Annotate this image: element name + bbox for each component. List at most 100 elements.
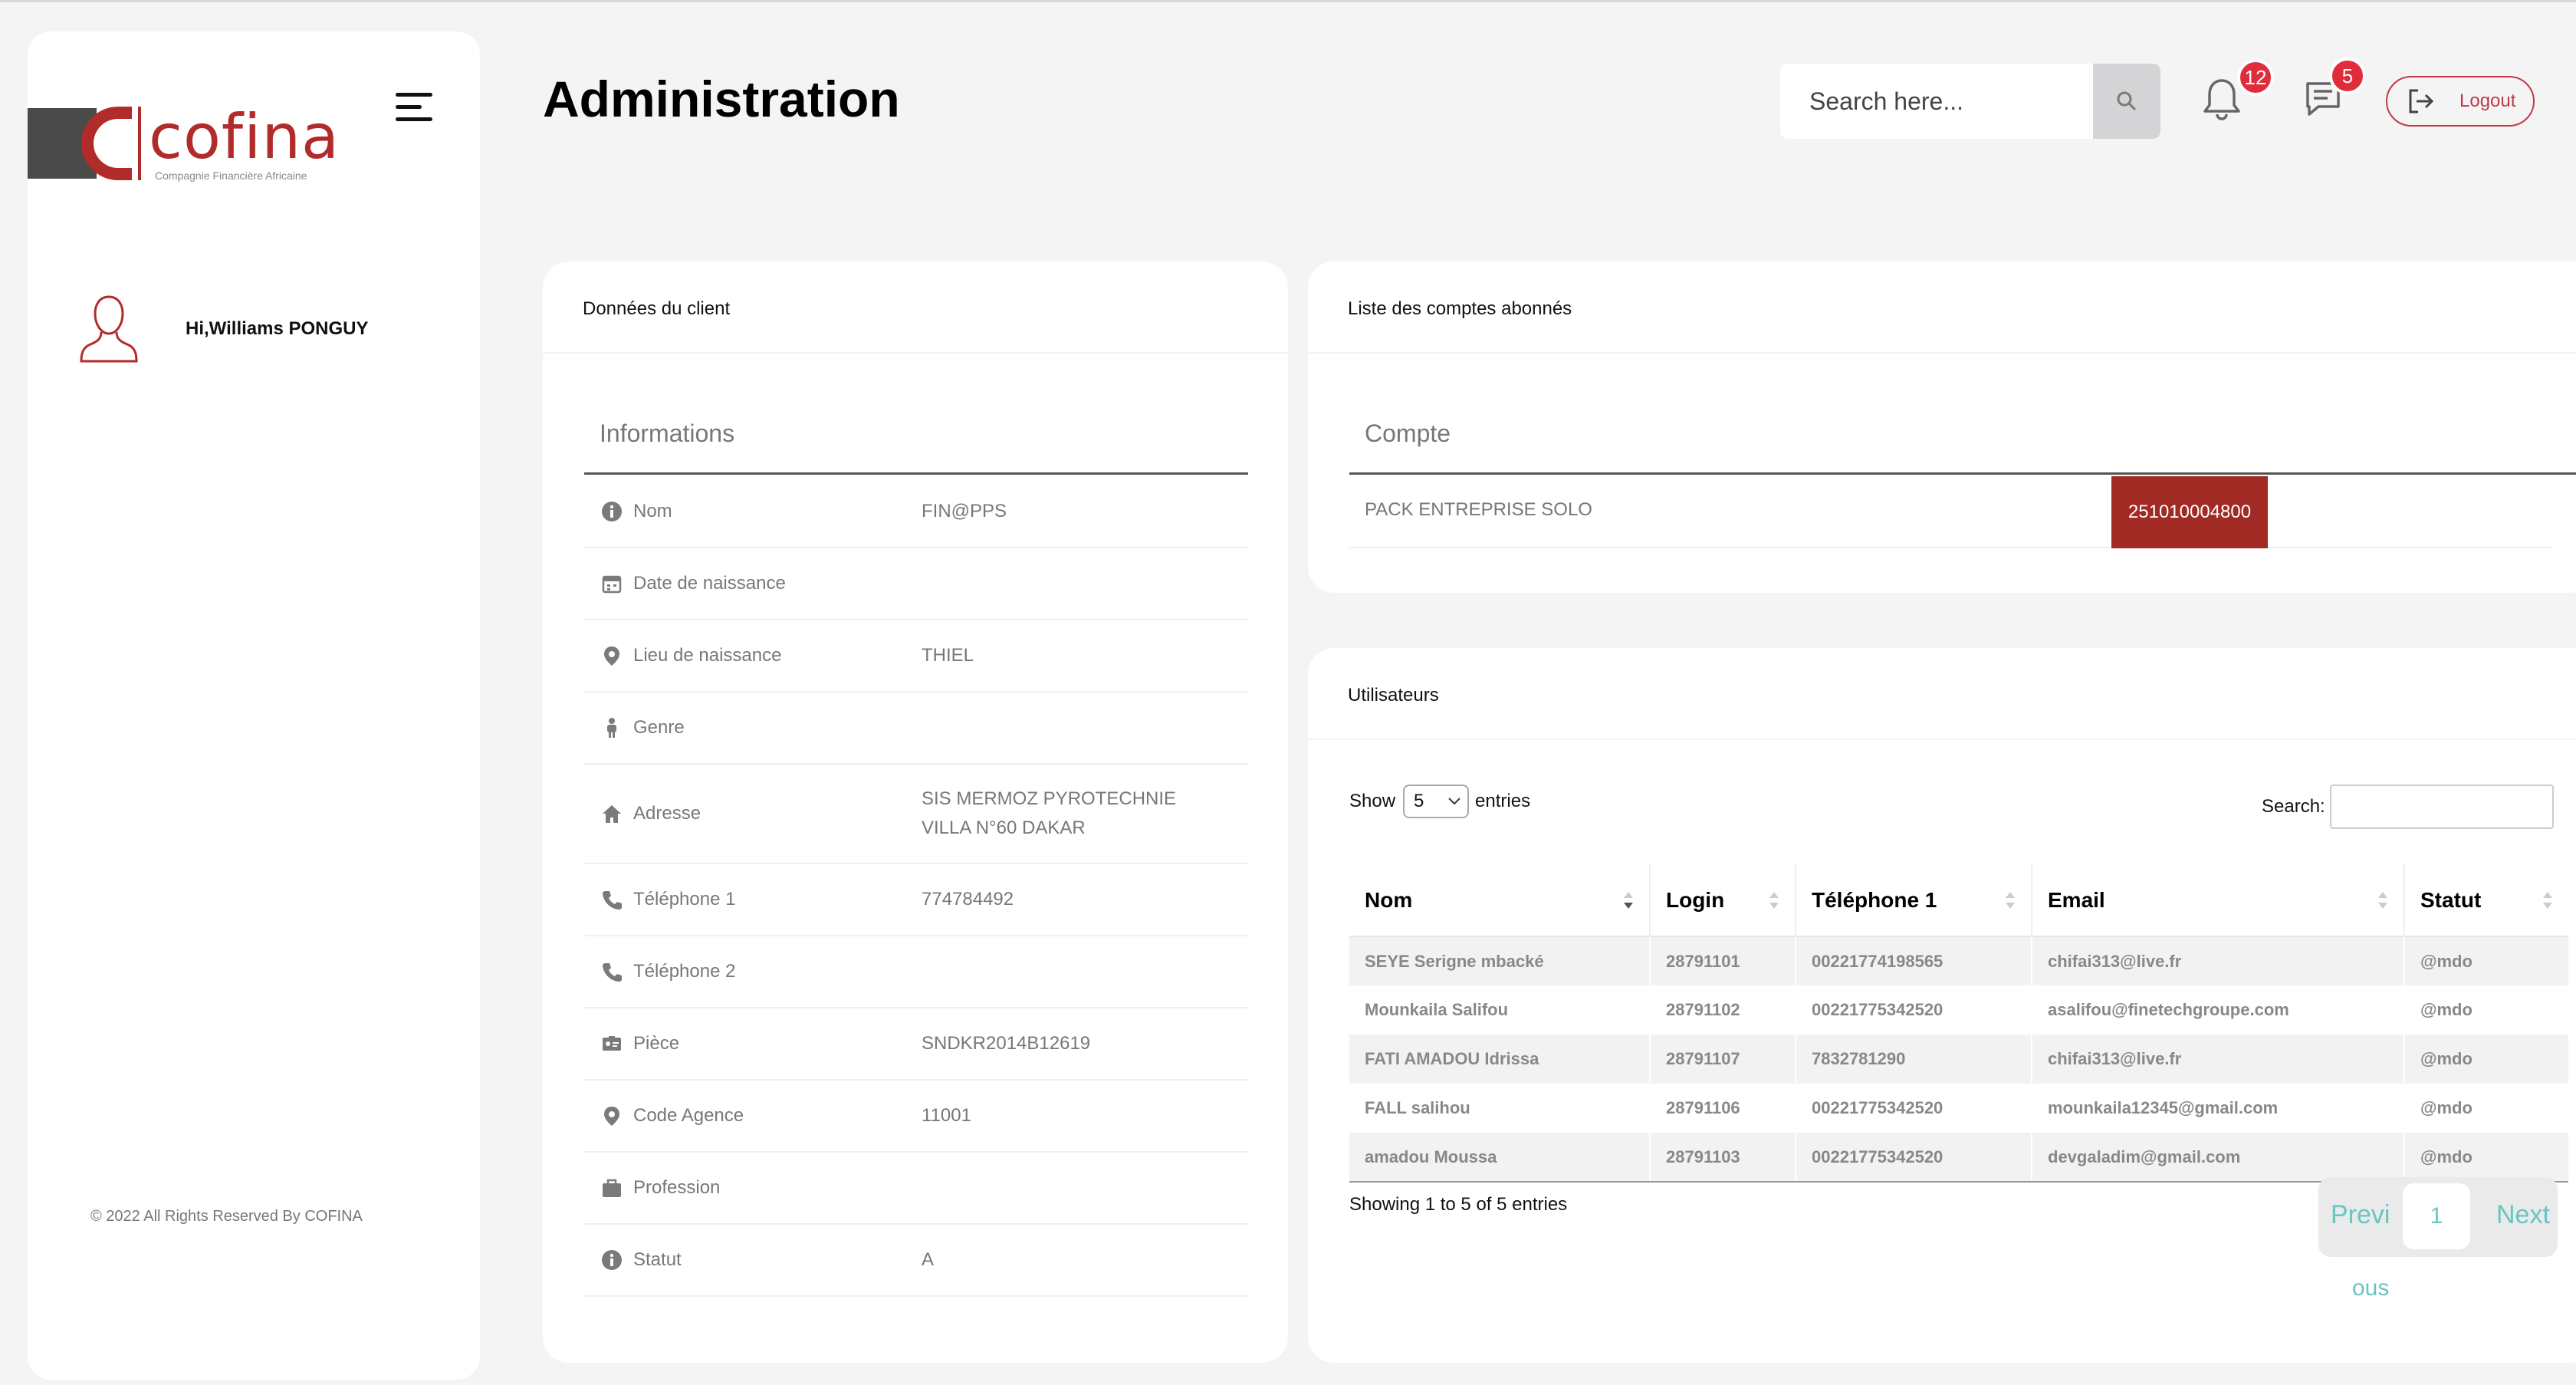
column-header-nom[interactable]: Nom [1349, 864, 1650, 937]
account-number-badge[interactable]: 251010004800 [2111, 476, 2268, 548]
logo-divider [138, 107, 141, 180]
info-value: THIEL [922, 645, 974, 666]
cell-email: chifai313@live.fr [2031, 936, 2404, 985]
account-row[interactable]: PACK ENTREPRISE SOLO 251010004800 [1349, 476, 2553, 548]
header-search [1780, 64, 2160, 139]
info-row-code-agence: Code Agence 11001 [584, 1081, 1248, 1153]
logout-label: Logout [2459, 90, 2516, 111]
copyright-text: © 2022 All Rights Reserved By COFINA [90, 1208, 363, 1225]
user-profile: Hi,Williams PONGUY [78, 292, 369, 366]
account-name: PACK ENTREPRISE SOLO [1365, 499, 1592, 520]
subscribed-accounts-card: Liste des comptes abonnés Compte PACK EN… [1308, 262, 2576, 593]
sort-icon [2005, 892, 2016, 910]
info-label: Nom [633, 501, 672, 521]
informations-label: Informations [600, 419, 735, 447]
column-header-label: Email [2048, 887, 2105, 912]
column-header-label: Nom [1365, 887, 1413, 912]
search-input[interactable] [1780, 64, 2093, 139]
cell-statut: @mdo [2404, 1084, 2568, 1133]
info-row-adresse: Adresse SIS MERMOZ PYROTECHNIE VILLA N°6… [584, 765, 1248, 864]
info-row-lieu-naissance: Lieu de naissance THIEL [584, 620, 1248, 692]
info-row-statut: Statut A [584, 1225, 1248, 1297]
notifications-badge: 12 [2237, 59, 2274, 96]
column-header-statut[interactable]: Statut [2404, 864, 2568, 937]
calendar-icon [600, 571, 624, 596]
briefcase-icon [600, 1176, 624, 1200]
cell-telephone: 00221775342520 [1795, 1133, 2032, 1183]
cell-nom: SEYE Serigne mbacké [1349, 936, 1650, 985]
cell-email: mounkaila12345@gmail.com [2031, 1084, 2404, 1133]
cell-telephone: 00221775342520 [1795, 1084, 2032, 1133]
messages-button[interactable]: 5 [2302, 58, 2366, 131]
table-row[interactable]: Mounkaila Salifou 28791102 0022177534252… [1349, 985, 2568, 1035]
sort-icon [2542, 892, 2553, 910]
sort-icon [2377, 892, 2388, 910]
entries-select[interactable]: 5 [1403, 785, 1470, 818]
chevron-down-icon [1448, 798, 1460, 805]
column-header-login[interactable]: Login [1649, 864, 1796, 937]
users-card: Utilisateurs Show 5 entries Search: Nom … [1308, 648, 2576, 1363]
table-row[interactable]: FATI AMADOU Idrissa 28791107 7832781290 … [1349, 1035, 2568, 1084]
cell-statut: @mdo [2404, 985, 2568, 1035]
info-value: 774784492 [922, 889, 1014, 910]
pagination-previous[interactable]: Previ [2331, 1200, 2390, 1230]
info-value: SIS MERMOZ PYROTECHNIE VILLA N°60 DAKAR [922, 788, 1177, 838]
home-icon [600, 801, 624, 826]
info-label: Pièce [633, 1033, 680, 1054]
show-entries-control: Show 5 entries [1349, 785, 1530, 818]
pagination-next[interactable]: Next [2496, 1200, 2550, 1230]
info-row-date-naissance: Date de naissance [584, 548, 1248, 620]
user-greeting: Hi,Williams PONGUY [186, 318, 369, 339]
table-row[interactable]: FALL salihou 28791106 00221775342520 mou… [1349, 1084, 2568, 1133]
table-row[interactable]: SEYE Serigne mbacké 28791101 00221774198… [1349, 936, 2568, 985]
pagination-previous-overflow[interactable]: ous [2352, 1275, 2389, 1301]
cell-login: 28791106 [1649, 1084, 1796, 1133]
entries-label: entries [1475, 791, 1531, 811]
accounts-card-title: Liste des comptes abonnés [1348, 298, 1572, 319]
cell-login: 28791103 [1649, 1133, 1796, 1183]
cell-telephone: 00221775342520 [1795, 985, 2032, 1035]
client-card-title: Données du client [583, 298, 731, 319]
table-search-input[interactable] [2329, 785, 2554, 829]
cell-nom: Mounkaila Salifou [1365, 1000, 1509, 1019]
logout-button[interactable]: Logout [2386, 76, 2535, 127]
messages-badge: 5 [2329, 58, 2366, 94]
table-search: Search: [2262, 785, 2554, 829]
client-info-list: Nom FIN@PPS Date de naissance Lieu de na… [584, 476, 1248, 1297]
sidebar: cofina Compagnie Financière Africaine Hi… [28, 31, 480, 1380]
cell-login: 28791102 [1649, 985, 1796, 1035]
info-row-profession: Profession [584, 1153, 1248, 1225]
cofina-logo[interactable]: cofina Compagnie Financière Africaine [28, 76, 339, 191]
cell-email: chifai313@live.fr [2031, 1035, 2404, 1084]
info-label: Profession [633, 1177, 721, 1198]
location-pin-icon [600, 643, 624, 668]
compte-label: Compte [1365, 419, 1451, 447]
card-divider [1308, 739, 2576, 740]
table-row[interactable]: amadou Moussa 28791103 00221775342520 de… [1349, 1133, 2568, 1183]
pagination-page-1[interactable]: 1 [2403, 1183, 2470, 1249]
cell-email: asalifou@finetechgroupe.com [2031, 985, 2404, 1035]
column-header-telephone[interactable]: Téléphone 1 [1795, 864, 2032, 937]
entries-value: 5 [1414, 791, 1424, 811]
column-header-email[interactable]: Email [2031, 864, 2404, 937]
column-header-label: Statut [2420, 887, 2482, 912]
card-divider [543, 352, 1288, 354]
phone-icon [600, 959, 624, 984]
users-card-title: Utilisateurs [1348, 685, 1439, 706]
cell-statut: @mdo [2404, 1133, 2568, 1183]
sort-icon [1769, 892, 1779, 910]
notifications-button[interactable]: 12 [2200, 59, 2274, 130]
cell-nom: FATI AMADOU Idrissa [1349, 1035, 1650, 1084]
info-label: Adresse [633, 803, 702, 824]
search-button[interactable] [2093, 64, 2160, 139]
client-data-card: Données du client Informations Nom FIN@P… [543, 262, 1288, 1363]
info-label: Code Agence [633, 1105, 744, 1126]
info-label: Téléphone 1 [633, 889, 736, 910]
card-divider [1308, 352, 2576, 354]
sort-icon [1623, 892, 1634, 910]
cell-statut: @mdo [2404, 936, 2568, 985]
location-pin-icon [600, 1104, 624, 1128]
show-label: Show [1349, 791, 1396, 811]
hamburger-icon[interactable] [396, 93, 437, 127]
search-icon [2117, 91, 2137, 111]
